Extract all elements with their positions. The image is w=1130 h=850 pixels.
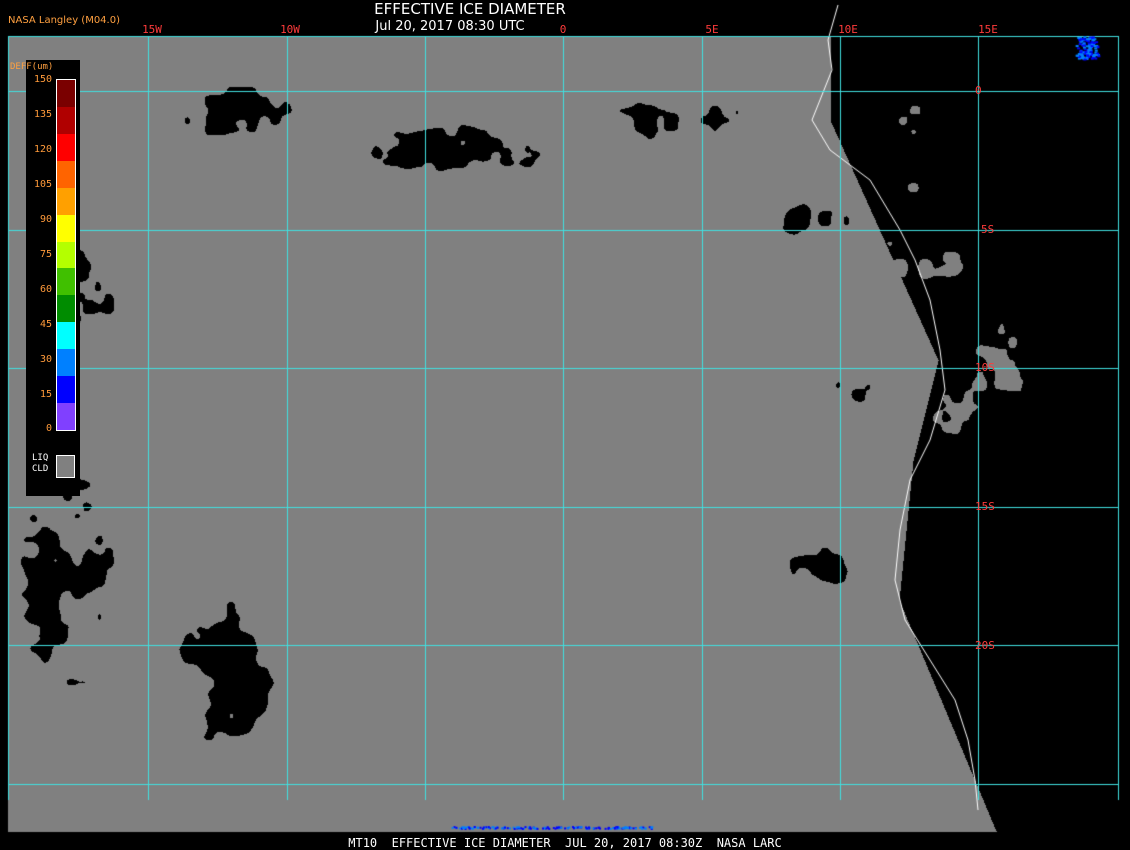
colorbar-segment xyxy=(57,268,75,296)
lat-label-15s: 15S xyxy=(975,500,995,513)
legend-tick: 105 xyxy=(33,179,52,190)
lat-label-0: 0 xyxy=(975,84,982,97)
legend-tick: 60 xyxy=(39,284,52,295)
colorbar-segment xyxy=(57,403,75,431)
colorbar-segment xyxy=(57,133,75,162)
lon-label-10e: 10E xyxy=(838,23,858,36)
lon-label-10w: 10W xyxy=(280,23,300,36)
colorbar xyxy=(56,79,76,431)
colorbar-segment xyxy=(57,349,75,377)
colorbar-segment xyxy=(57,106,75,135)
legend-title: DEFF(um) xyxy=(10,62,54,72)
legend-tick: 0 xyxy=(45,423,52,434)
lat-label-20s: 20S xyxy=(975,639,995,652)
legend-tick: 75 xyxy=(39,249,52,260)
legend-tick: 45 xyxy=(39,319,52,330)
colorbar-segment xyxy=(57,376,75,404)
lon-label-15e: 15E xyxy=(978,23,998,36)
colorbar-segment xyxy=(57,295,75,323)
legend-tick: 90 xyxy=(39,214,52,225)
legend-tick: 15 xyxy=(39,389,52,400)
colorbar-segment xyxy=(57,214,75,243)
lat-label-10s: 10S xyxy=(975,361,995,374)
map-timestamp: Jul 20, 2017 08:30 UTC xyxy=(375,19,525,34)
colorbar-segment xyxy=(57,322,75,350)
legend-tick: 135 xyxy=(33,109,52,120)
source-label: NASA Langley (M04.0) xyxy=(8,15,120,26)
legend-tick: 120 xyxy=(33,144,52,155)
map-title: EFFECTIVE ICE DIAMETER xyxy=(374,0,566,18)
colorbar-segment xyxy=(57,80,75,108)
lon-label-15w: 15W xyxy=(142,23,162,36)
liquid-cloud-swatch xyxy=(56,455,75,478)
colorbar-segment xyxy=(57,187,75,216)
colorbar-segment xyxy=(57,160,75,189)
satellite-map-canvas[interactable] xyxy=(0,0,1130,850)
lon-label-0: 0 xyxy=(559,23,567,36)
liquid-cloud-label: LIQ CLD xyxy=(32,453,49,474)
colorbar-segment xyxy=(57,241,75,269)
lon-label-5e: 5E xyxy=(705,23,719,36)
legend-tick: 30 xyxy=(39,354,52,365)
legend-tick: 150 xyxy=(33,74,52,85)
footer-caption: MT10 EFFECTIVE ICE DIAMETER JUL 20, 2017… xyxy=(348,836,782,850)
lat-label-5s: 5S xyxy=(981,223,995,236)
